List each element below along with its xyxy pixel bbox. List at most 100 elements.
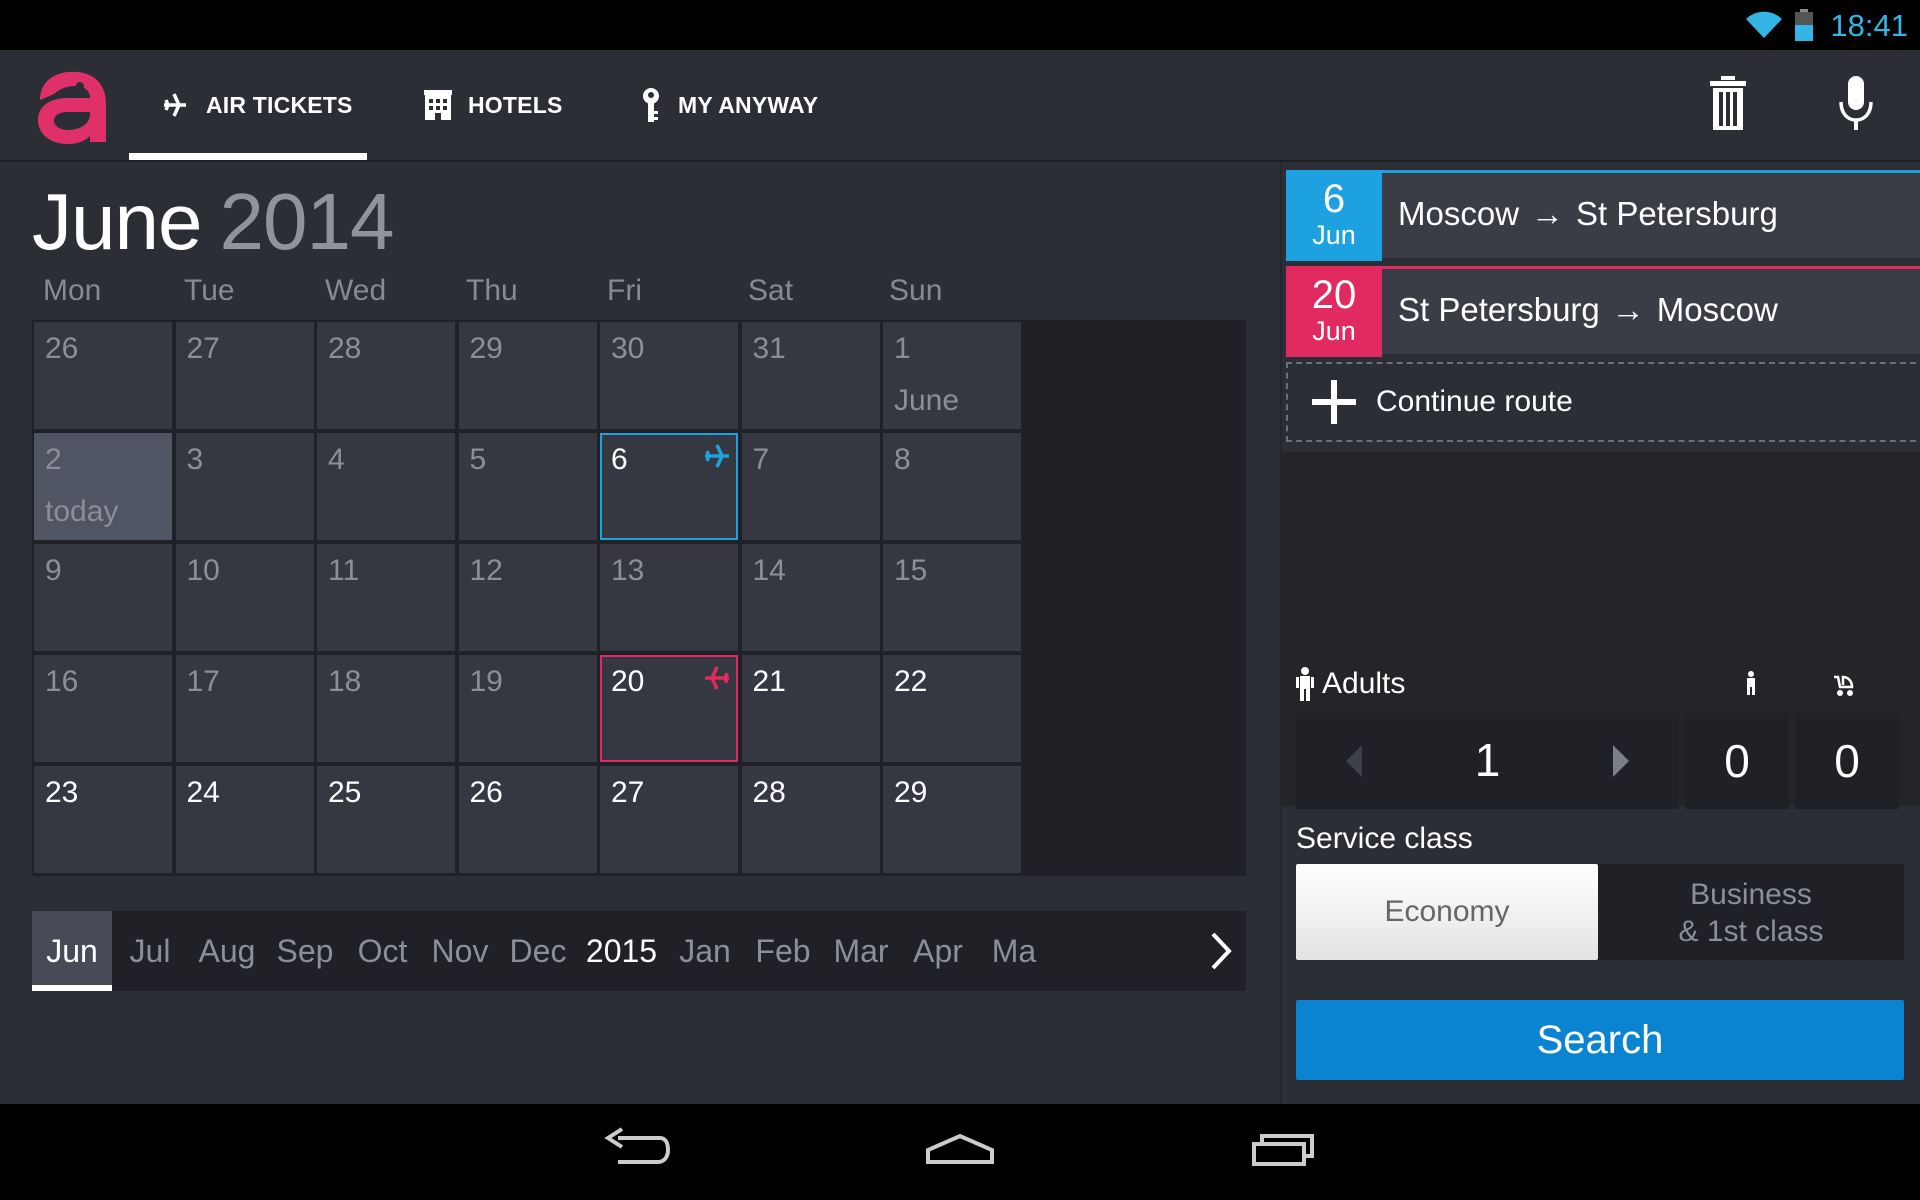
adult-icon xyxy=(1296,667,1314,701)
month-option[interactable]: Jan xyxy=(666,911,744,991)
today-label: today xyxy=(45,495,119,528)
month-option[interactable]: Ma xyxy=(976,911,1052,991)
month-option[interactable]: Nov xyxy=(421,911,499,991)
route-to: Moscow xyxy=(1656,291,1778,328)
home-icon[interactable] xyxy=(924,1124,996,1178)
chevron-right-icon[interactable] xyxy=(1611,745,1629,777)
calendar-day[interactable]: 18 xyxy=(317,655,455,762)
search-button[interactable]: Search xyxy=(1296,1000,1904,1080)
day-number: 20 xyxy=(611,665,645,698)
route-item-outbound[interactable]: 6 Jun Moscow → St Petersburg xyxy=(1286,170,1920,261)
chevron-right-icon[interactable] xyxy=(1196,911,1246,991)
calendar-day[interactable]: 23 xyxy=(34,766,172,873)
trash-icon[interactable] xyxy=(1708,76,1748,132)
calendar-day[interactable]: 6 xyxy=(600,433,738,540)
calendar-day[interactable]: 2 today xyxy=(34,433,172,540)
weekday-label: Mon xyxy=(43,274,102,307)
tab-label: AIR TICKETS xyxy=(206,91,353,118)
tab-hotels[interactable]: HOTELS xyxy=(424,50,562,160)
calendar-day[interactable]: 21 xyxy=(741,655,880,762)
calendar-day[interactable]: 13 xyxy=(600,544,738,651)
calendar-day[interactable]: 31 xyxy=(741,322,880,429)
calendar-day[interactable]: 27 xyxy=(175,322,314,429)
calendar-day[interactable]: 29 xyxy=(458,322,597,429)
calendar-day[interactable]: 25 xyxy=(317,766,455,873)
recent-apps-icon[interactable] xyxy=(1250,1124,1320,1178)
route-text: Moscow → St Petersburg xyxy=(1398,195,1778,233)
continue-route-button[interactable]: Continue route xyxy=(1286,362,1920,442)
calendar-day[interactable]: 30 xyxy=(600,322,738,429)
children-count[interactable]: 0 xyxy=(1685,713,1789,809)
month-option[interactable]: Feb xyxy=(744,911,822,991)
tab-air-tickets[interactable]: AIR TICKETS xyxy=(129,50,367,160)
route-from: Moscow xyxy=(1398,195,1520,232)
economy-option[interactable]: Economy xyxy=(1296,864,1598,960)
month-option[interactable]: Aug xyxy=(188,911,266,991)
day-number: 11 xyxy=(328,554,360,587)
business-line-1: Business xyxy=(1690,878,1812,911)
adults-stepper[interactable]: 1 xyxy=(1296,713,1679,809)
day-number: 26 xyxy=(45,332,79,365)
day-number: 18 xyxy=(328,665,362,698)
day-number: 8 xyxy=(894,443,911,476)
microphone-icon[interactable] xyxy=(1838,76,1874,132)
route-day: 6 xyxy=(1322,177,1346,221)
calendar-day[interactable]: 19 xyxy=(458,655,597,762)
calendar-day[interactable]: 17 xyxy=(175,655,314,762)
weekday-header: Mon Tue Wed Thu Fri Sat Sun xyxy=(32,274,1246,314)
calendar-day[interactable]: 28 xyxy=(317,322,455,429)
month-option[interactable]: Apr xyxy=(900,911,976,991)
calendar-day[interactable]: 8 xyxy=(883,433,1021,540)
calendar-day[interactable]: 4 xyxy=(317,433,455,540)
calendar-day[interactable]: 1 June xyxy=(883,322,1021,429)
calendar-day[interactable]: 5 xyxy=(458,433,597,540)
calendar-day[interactable]: 10 xyxy=(175,544,314,651)
calendar-day[interactable]: 28 xyxy=(741,766,880,873)
tab-my-anyway[interactable]: MY ANYWAY xyxy=(640,50,818,160)
month-option[interactable]: Jun xyxy=(32,911,112,991)
day-number: 14 xyxy=(752,554,786,587)
month-strip[interactable]: Jun Jul Aug Sep Oct Nov Dec 2015 Jan Feb Mar Apr Ma xyxy=(32,911,1246,991)
day-number: 31 xyxy=(752,332,786,365)
day-number: 28 xyxy=(752,776,786,809)
calendar-month: June xyxy=(32,177,202,266)
infants-count[interactable]: 0 xyxy=(1795,713,1899,809)
calendar-day[interactable]: 12 xyxy=(458,544,597,651)
calendar-day[interactable]: 9 xyxy=(34,544,172,651)
calendar-day[interactable]: 3 xyxy=(175,433,314,540)
plus-icon xyxy=(1312,380,1356,424)
day-number: 6 xyxy=(611,443,628,476)
calendar-day[interactable]: 24 xyxy=(175,766,314,873)
calendar-day[interactable]: 26 xyxy=(458,766,597,873)
action-bar: AIR TICKETS HOTELS MY ANYWAY xyxy=(0,50,1920,162)
day-number: 10 xyxy=(186,554,220,587)
route-date: 20 Jun xyxy=(1286,269,1382,357)
business-option[interactable]: Business & 1st class xyxy=(1598,864,1904,960)
calendar-day[interactable]: 15 xyxy=(883,544,1021,651)
calendar-day[interactable]: 22 xyxy=(883,655,1021,762)
calendar-day[interactable]: 29 xyxy=(883,766,1021,873)
year-label: 2015 xyxy=(585,933,658,969)
month-option[interactable]: Dec xyxy=(499,911,577,991)
calendar-day[interactable]: 27 xyxy=(600,766,738,873)
route-to: St Petersburg xyxy=(1576,195,1778,232)
month-option[interactable]: Sep xyxy=(266,911,344,991)
month-option[interactable]: Mar xyxy=(822,911,900,991)
route-item-return[interactable]: 20 Jun St Petersburg → Moscow xyxy=(1286,266,1920,357)
calendar-day[interactable]: 11 xyxy=(317,544,455,651)
calendar-day[interactable]: 26 xyxy=(34,322,172,429)
month-label: June xyxy=(894,384,960,417)
month-option[interactable]: Jul xyxy=(112,911,188,991)
calendar-day[interactable]: 7 xyxy=(741,433,880,540)
route-month: Jun xyxy=(1312,220,1356,250)
anyway-logo-icon[interactable] xyxy=(30,64,114,148)
weekday-label: Fri xyxy=(607,274,642,307)
key-icon xyxy=(643,88,659,122)
day-number: 27 xyxy=(611,776,645,809)
calendar-day[interactable]: 16 xyxy=(34,655,172,762)
calendar-day[interactable]: 20 xyxy=(600,655,738,762)
calendar-day[interactable]: 14 xyxy=(741,544,880,651)
route-text: St Petersburg → Moscow xyxy=(1398,291,1778,329)
month-option[interactable]: Oct xyxy=(344,911,421,991)
back-icon[interactable] xyxy=(600,1124,670,1178)
